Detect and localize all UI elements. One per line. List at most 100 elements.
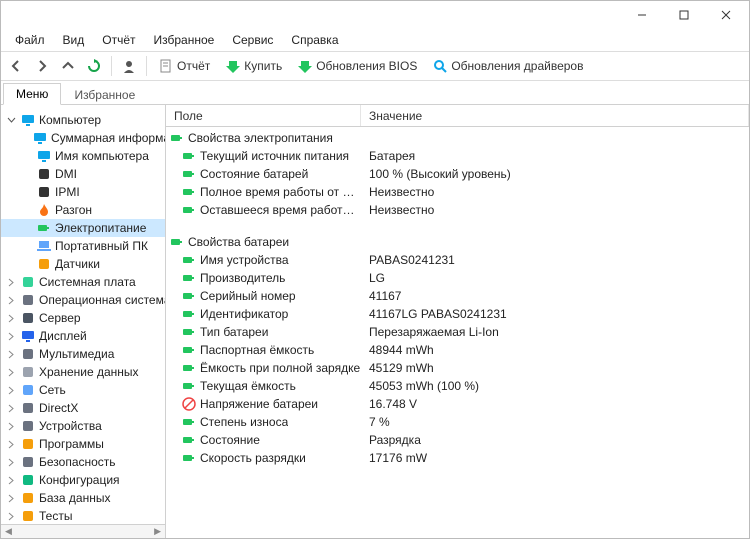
db-icon — [21, 491, 35, 505]
expand-icon[interactable] — [5, 312, 17, 324]
tree-item-config[interactable]: Конфигурация — [1, 471, 166, 489]
user-button[interactable] — [118, 55, 140, 77]
detail-row[interactable]: Полное время работы от бата…Неизвестно — [166, 183, 749, 201]
expand-icon[interactable] — [5, 420, 17, 432]
forward-button[interactable] — [31, 55, 53, 77]
toolbar-report-button[interactable]: Отчёт — [153, 57, 216, 75]
tree-item-network[interactable]: Сеть — [1, 381, 166, 399]
dx-icon — [21, 401, 35, 415]
detail-row[interactable]: ПроизводительLG — [166, 269, 749, 287]
tree-item-sensors[interactable]: Датчики — [1, 255, 166, 273]
menu-view[interactable]: Вид — [55, 31, 93, 49]
toolbar-buy-label: Купить — [244, 59, 282, 73]
detail-rows: Свойства электропитания Текущий источник … — [166, 127, 749, 538]
tree-item-database[interactable]: База данных — [1, 489, 166, 507]
tree-item-server[interactable]: Сервер — [1, 309, 166, 327]
refresh-button[interactable] — [83, 55, 105, 77]
tree-item-overclock[interactable]: Разгон — [1, 201, 166, 219]
expand-icon[interactable] — [5, 276, 17, 288]
tree-item-summary[interactable]: Суммарная информа… — [1, 129, 166, 147]
group-label: Свойства электропитания — [188, 131, 333, 145]
prog-icon — [21, 437, 35, 451]
detail-row[interactable]: Степень износа7 % — [166, 413, 749, 431]
field-value: 41167LG PABAS0241231 — [361, 307, 749, 321]
expand-icon[interactable] — [5, 438, 17, 450]
field-value: 45053 mWh (100 %) — [361, 379, 749, 393]
expand-icon[interactable] — [5, 294, 17, 306]
detail-row[interactable]: СостояниеРазрядка — [166, 431, 749, 449]
menu-report[interactable]: Отчёт — [94, 31, 143, 49]
detail-row[interactable]: Паспортная ёмкость48944 mWh — [166, 341, 749, 359]
expand-icon[interactable] — [5, 474, 17, 486]
field-value: PABAS0241231 — [361, 253, 749, 267]
tree-item-os[interactable]: Операционная система — [1, 291, 166, 309]
field-value: LG — [361, 271, 749, 285]
expand-icon[interactable] — [5, 402, 17, 414]
tree-item-devices[interactable]: Устройства — [1, 417, 166, 435]
maximize-button[interactable] — [663, 2, 705, 28]
expand-icon[interactable] — [5, 456, 17, 468]
tree-spacer — [21, 258, 33, 270]
tree-item-portable[interactable]: Портативный ПК — [1, 237, 166, 255]
tree-item-storage[interactable]: Хранение данных — [1, 363, 166, 381]
menu-service[interactable]: Сервис — [224, 31, 281, 49]
field-label: Паспортная ёмкость — [200, 343, 314, 357]
field-value: 41167 — [361, 289, 749, 303]
tab-menu[interactable]: Меню — [3, 83, 61, 105]
up-button[interactable] — [57, 55, 79, 77]
expand-icon[interactable] — [5, 510, 17, 522]
tree-item-computer[interactable]: Компьютер — [1, 111, 166, 129]
tree-spacer — [21, 204, 33, 216]
expand-icon[interactable] — [5, 492, 17, 504]
battery-icon — [182, 253, 196, 267]
menu-favorites[interactable]: Избранное — [146, 31, 223, 49]
detail-row[interactable]: Оставшееся время работы от …Неизвестно — [166, 201, 749, 219]
tree-item-power[interactable]: Электропитание — [1, 219, 166, 237]
toolbar-buy-button[interactable]: Купить — [220, 57, 288, 75]
tree-item-label: Конфигурация — [39, 473, 120, 487]
expand-icon[interactable] — [5, 330, 17, 342]
scroll-left-icon[interactable]: ◀ — [5, 526, 12, 537]
expand-icon[interactable] — [5, 366, 17, 378]
tree-item-mobo[interactable]: Системная плата — [1, 273, 166, 291]
collapse-icon[interactable] — [5, 114, 17, 126]
toolbar-drivers-button[interactable]: Обновления драйверов — [427, 57, 589, 75]
tree-item-multimedia[interactable]: Мультимедиа — [1, 345, 166, 363]
menu-help[interactable]: Справка — [283, 31, 346, 49]
menu-file[interactable]: Файл — [7, 31, 53, 49]
detail-row[interactable]: Серийный номер 41167 — [166, 287, 749, 305]
detail-row[interactable]: Текущая ёмкость45053 mWh (100 %) — [166, 377, 749, 395]
detail-row[interactable]: Напряжение батареи16.748 V — [166, 395, 749, 413]
scroll-right-icon[interactable]: ▶ — [154, 526, 161, 537]
tree-item-compname[interactable]: Имя компьютера — [1, 147, 166, 165]
tab-favorites[interactable]: Избранное — [61, 84, 148, 105]
tree-item-security[interactable]: Безопасность — [1, 453, 166, 471]
detail-row[interactable]: Имя устройстваPABAS0241231 — [166, 251, 749, 269]
tree-item-tests[interactable]: Тесты — [1, 507, 166, 525]
tree-item-dmi[interactable]: DMI — [1, 165, 166, 183]
tree-item-label: Дисплей — [39, 329, 87, 343]
field-label: Серийный номер — [200, 289, 296, 303]
field-label: Состояние — [200, 433, 260, 447]
back-button[interactable] — [5, 55, 27, 77]
tree-item-ipmi[interactable]: IPMI — [1, 183, 166, 201]
detail-row[interactable]: Идентификатор41167LG PABAS0241231 — [166, 305, 749, 323]
tree-item-directx[interactable]: DirectX — [1, 399, 166, 417]
battery-icon — [37, 221, 51, 235]
minimize-button[interactable] — [621, 2, 663, 28]
expand-icon[interactable] — [5, 384, 17, 396]
tree-item-label: DirectX — [39, 401, 78, 415]
detail-row[interactable]: Состояние батарей100 % (Высокий уровень) — [166, 165, 749, 183]
detail-row[interactable]: Ёмкость при полной зарядке45129 mWh — [166, 359, 749, 377]
expand-icon[interactable] — [5, 348, 17, 360]
col-field[interactable]: Поле — [166, 105, 361, 126]
close-button[interactable] — [705, 2, 747, 28]
detail-row[interactable]: Тип батареиПерезаряжаемая Li-Ion — [166, 323, 749, 341]
col-value[interactable]: Значение — [361, 105, 749, 126]
sidebar-scroll[interactable]: ◀ ▶ — [1, 524, 165, 538]
detail-row[interactable]: Текущий источник питанияБатарея — [166, 147, 749, 165]
toolbar-bios-button[interactable]: Обновления BIOS — [292, 57, 423, 75]
tree-item-display[interactable]: Дисплей — [1, 327, 166, 345]
detail-row[interactable]: Скорость разрядки17176 mW — [166, 449, 749, 467]
tree-item-programs[interactable]: Программы — [1, 435, 166, 453]
